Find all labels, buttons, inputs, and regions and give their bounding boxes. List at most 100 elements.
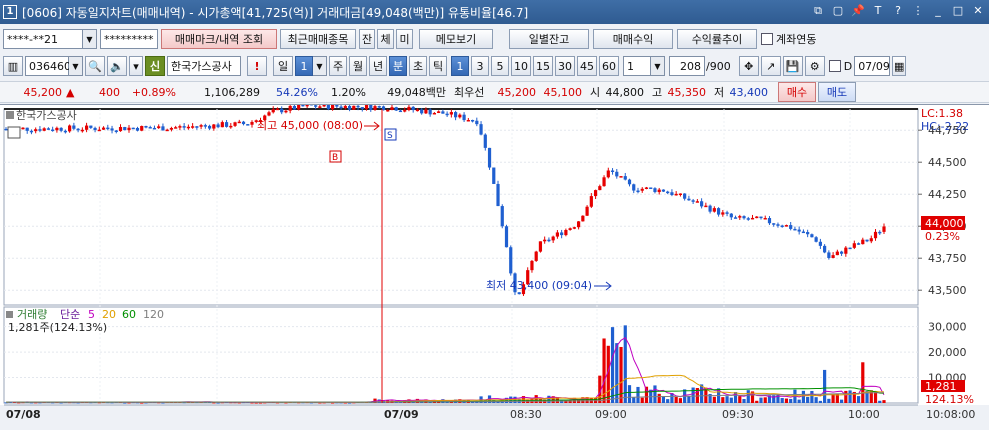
period-day[interactable]: 일 — [273, 56, 293, 76]
save-icon[interactable]: 💾 — [783, 56, 803, 76]
maximize-icon[interactable]: □ — [951, 4, 965, 18]
candle-body — [386, 110, 389, 112]
candle-body — [602, 177, 605, 186]
candle-body — [865, 240, 868, 242]
price-volume-chart[interactable]: 한국가스공사 LC:1.38 HC:-2.22 44,75044,50044,2… — [0, 105, 989, 427]
minute-10[interactable]: 10 — [511, 56, 531, 76]
candle-body — [772, 223, 775, 225]
chart-type-icon[interactable]: ▥ — [3, 56, 23, 76]
sound-dropdown-icon[interactable]: ▾ — [129, 56, 143, 76]
minimize-icon[interactable]: _ — [931, 4, 945, 18]
unit-dropdown[interactable]: ▼ — [651, 56, 665, 76]
period-second[interactable]: 초 — [409, 56, 427, 76]
unit-input[interactable]: 1 — [623, 56, 651, 76]
count-input[interactable]: 208 — [669, 56, 705, 76]
account-link-label: 계좌연동 — [776, 31, 816, 47]
tab-pending[interactable]: 미 — [396, 29, 413, 49]
candle-body — [861, 240, 864, 244]
candle-body — [43, 128, 46, 130]
candle-body — [759, 217, 762, 219]
buy-button[interactable]: 매수 — [778, 82, 816, 102]
candle-body — [306, 105, 309, 106]
restore-icon[interactable]: ▢ — [831, 4, 845, 18]
account-link-checkbox[interactable] — [761, 33, 773, 45]
candle-body — [679, 194, 682, 196]
volume-bar — [781, 398, 784, 403]
period-tick[interactable]: 틱 — [429, 56, 447, 76]
stock-code-dropdown[interactable]: ▼ — [69, 56, 83, 76]
volume-bar — [827, 399, 830, 403]
price-panel-name: 한국가스공사 — [16, 109, 77, 122]
minute-3[interactable]: 3 — [471, 56, 489, 76]
candle-body — [581, 216, 584, 222]
x-label-0900: 09:00 — [595, 408, 627, 421]
period-day-count[interactable]: 1 — [295, 56, 313, 76]
stock-code-input[interactable]: 036460 — [25, 56, 69, 76]
grid-toggle-icon[interactable] — [8, 127, 20, 138]
volume-title: 거래량 — [17, 308, 47, 321]
recent-trades-button[interactable]: 최근매매종목 — [280, 29, 356, 49]
date-input[interactable]: 07/09 — [854, 56, 890, 76]
account-input[interactable]: ****-**21 — [3, 29, 83, 49]
calendar-icon[interactable]: ▦ — [892, 56, 906, 76]
candle-body — [365, 105, 368, 109]
minute-60[interactable]: 60 — [599, 56, 619, 76]
settings-icon[interactable]: ⚙ — [805, 56, 825, 76]
trade-profit-button[interactable]: 매매수익 — [593, 29, 673, 49]
trade-mark-button[interactable]: 매매마크/내역 조회 — [161, 29, 277, 49]
tab-executed[interactable]: 체 — [377, 29, 394, 49]
x-label-0709: 07/09 — [384, 408, 419, 421]
menu-icon[interactable]: ⋮ — [911, 4, 925, 18]
password-input[interactable]: ********* — [100, 29, 158, 49]
font-icon[interactable]: T — [871, 4, 885, 18]
minute-5[interactable]: 5 — [491, 56, 509, 76]
period-month[interactable]: 월 — [349, 56, 367, 76]
candle-body — [607, 170, 610, 177]
period-minute[interactable]: 분 — [389, 56, 407, 76]
period-year[interactable]: 년 — [369, 56, 387, 76]
layout-icon[interactable]: ⧉ — [811, 4, 825, 18]
period-week[interactable]: 주 — [329, 56, 347, 76]
candle-body — [696, 201, 699, 203]
period-dropdown[interactable]: ▼ — [313, 56, 327, 76]
current-price: 45,200 — [0, 81, 66, 103]
search-icon[interactable]: 🔍 — [85, 56, 105, 76]
price-tick-label: 43,500 — [928, 284, 967, 297]
daily-balance-button[interactable]: 일별잔고 — [509, 29, 589, 49]
alert-icon[interactable]: ! — [247, 56, 267, 76]
minute-15[interactable]: 15 — [533, 56, 553, 76]
candle-body — [437, 111, 440, 113]
candle-body — [178, 126, 181, 128]
candle-body — [344, 106, 347, 108]
price-panel-frame — [4, 109, 918, 305]
candle-body — [183, 126, 186, 128]
draw-tool-icon[interactable]: ↗ — [761, 56, 781, 76]
minute-45[interactable]: 45 — [577, 56, 597, 76]
price-change: 400 — [80, 81, 124, 103]
date-checkbox[interactable] — [829, 60, 841, 72]
minute-1[interactable]: 1 — [451, 56, 469, 76]
sell-button[interactable]: 매도 — [818, 82, 856, 102]
stock-name-field[interactable]: 한국가스공사 — [167, 56, 241, 76]
open-price: 44,800 — [600, 81, 648, 103]
help-icon[interactable]: ? — [891, 4, 905, 18]
candle-body — [119, 127, 122, 131]
memo-button[interactable]: 메모보기 — [419, 29, 493, 49]
candle-body — [560, 232, 563, 235]
volume-bar — [798, 400, 801, 403]
crosshair-icon[interactable]: ✥ — [739, 56, 759, 76]
sound-icon[interactable]: 🔈 — [107, 56, 127, 76]
candle-body — [725, 212, 728, 214]
volume-bar — [636, 387, 639, 403]
close-icon[interactable]: ✕ — [971, 4, 985, 18]
pin-icon[interactable]: 📌 — [851, 4, 865, 18]
candle-body — [26, 128, 29, 131]
tab-balance[interactable]: 잔 — [359, 29, 375, 49]
candle-body — [144, 126, 147, 128]
candle-body — [153, 128, 156, 130]
yield-trend-button[interactable]: 수익률추이 — [677, 29, 757, 49]
chart-area[interactable]: 한국가스공사 LC:1.38 HC:-2.22 44,75044,50044,2… — [0, 104, 989, 426]
account-dropdown[interactable]: ▼ — [83, 29, 97, 49]
candle-body — [556, 232, 559, 236]
minute-30[interactable]: 30 — [555, 56, 575, 76]
